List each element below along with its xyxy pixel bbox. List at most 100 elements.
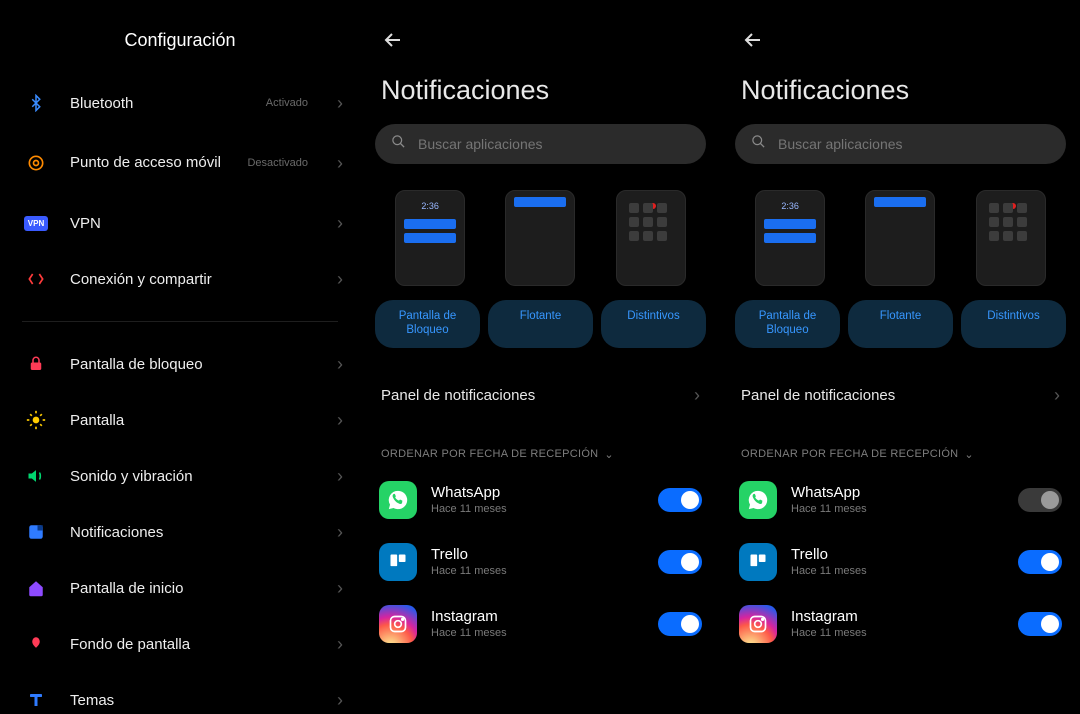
thumb-badges[interactable] — [976, 190, 1046, 286]
home-icon — [22, 579, 50, 597]
pill-badges[interactable]: Distintivos — [601, 300, 706, 348]
toggle-whatsapp[interactable] — [658, 488, 702, 512]
chevron-right-icon: › — [1054, 385, 1060, 406]
app-name: Instagram — [791, 608, 1004, 625]
app-info: Instagram Hace 11 meses — [431, 608, 644, 639]
row-label: Notificaciones — [70, 524, 312, 541]
search-input[interactable] — [375, 124, 706, 164]
share-icon — [22, 269, 50, 289]
whatsapp-icon — [739, 481, 777, 519]
app-time: Hace 11 meses — [431, 627, 644, 639]
app-name: Instagram — [431, 608, 644, 625]
app-row-instagram[interactable]: Instagram Hace 11 meses — [373, 593, 708, 655]
row-wallpaper[interactable]: Fondo de pantalla › — [12, 616, 348, 672]
app-name: Trello — [791, 546, 1004, 563]
app-row-trello[interactable]: Trello Hace 11 meses — [373, 531, 708, 593]
row-notifications[interactable]: Notificaciones › — [12, 504, 348, 560]
row-label: Temas — [70, 692, 312, 709]
mode-pills: Pantalla de Bloqueo Flotante Distintivos — [373, 300, 708, 348]
row-themes[interactable]: Temas › — [12, 672, 348, 714]
panel-label: Panel de notificaciones — [381, 387, 694, 404]
app-name: WhatsApp — [791, 484, 1004, 501]
notifications-screen-a: Notificaciones Pantalla de Bloqueo Flota… — [360, 0, 720, 714]
row-notification-panel[interactable]: Panel de notificaciones › — [733, 366, 1068, 426]
row-sound[interactable]: Sonido y vibración › — [12, 448, 348, 504]
lock-icon — [22, 355, 50, 373]
toggle-trello[interactable] — [1018, 550, 1062, 574]
row-vpn[interactable]: VPN VPN › — [12, 195, 348, 251]
toggle-instagram[interactable] — [658, 612, 702, 636]
trello-icon — [739, 543, 777, 581]
row-display[interactable]: Pantalla › — [12, 392, 348, 448]
bluetooth-icon — [22, 94, 50, 112]
chevron-right-icon: › — [332, 466, 348, 487]
instagram-icon — [739, 605, 777, 643]
page-title: Notificaciones — [733, 57, 1068, 124]
search-field[interactable] — [776, 135, 1050, 153]
row-label: VPN — [70, 215, 312, 232]
sort-label: ORDENAR POR FECHA DE RECEPCIÓN — [381, 448, 598, 460]
thumb-floating[interactable] — [865, 190, 935, 286]
thumb-badges[interactable] — [616, 190, 686, 286]
row-hotspot[interactable]: Punto de acceso móvil Desactivado › — [12, 131, 348, 195]
app-row-trello[interactable]: Trello Hace 11 meses — [733, 531, 1068, 593]
app-name: Trello — [431, 546, 644, 563]
app-info: Trello Hace 11 meses — [431, 546, 644, 577]
app-row-whatsapp[interactable]: WhatsApp Hace 11 meses — [373, 469, 708, 531]
row-bluetooth[interactable]: Bluetooth Activado › — [12, 75, 348, 131]
thumb-floating[interactable] — [505, 190, 575, 286]
chevron-right-icon: › — [332, 93, 348, 114]
chevron-right-icon: › — [332, 578, 348, 599]
hotspot-icon — [22, 153, 50, 173]
chevron-right-icon: › — [332, 522, 348, 543]
app-name: WhatsApp — [431, 484, 644, 501]
thumb-lockscreen[interactable] — [755, 190, 825, 286]
app-info: WhatsApp Hace 11 meses — [431, 484, 644, 515]
pill-floating[interactable]: Flotante — [488, 300, 593, 348]
row-label: Sonido y vibración — [70, 468, 312, 485]
sort-row[interactable]: ORDENAR POR FECHA DE RECEPCIÓN ⌄ — [373, 426, 708, 469]
row-notification-panel[interactable]: Panel de notificaciones › — [373, 366, 708, 426]
thumb-lockscreen[interactable] — [395, 190, 465, 286]
sort-row[interactable]: ORDENAR POR FECHA DE RECEPCIÓN ⌄ — [733, 426, 1068, 469]
row-homescreen[interactable]: Pantalla de inicio › — [12, 560, 348, 616]
instagram-icon — [379, 605, 417, 643]
app-row-whatsapp[interactable]: WhatsApp Hace 11 meses — [733, 469, 1068, 531]
chevron-right-icon: › — [332, 690, 348, 711]
row-label: Bluetooth — [70, 95, 246, 112]
sort-label: ORDENAR POR FECHA DE RECEPCIÓN — [741, 448, 958, 460]
pill-badges[interactable]: Distintivos — [961, 300, 1066, 348]
app-row-instagram[interactable]: Instagram Hace 11 meses — [733, 593, 1068, 655]
notifications-screen-b: Notificaciones Pantalla de Bloqueo Flota… — [720, 0, 1080, 714]
app-info: WhatsApp Hace 11 meses — [791, 484, 1004, 515]
speaker-icon — [22, 466, 50, 486]
chevron-down-icon: ⌄ — [964, 448, 974, 461]
pill-lockscreen[interactable]: Pantalla de Bloqueo — [375, 300, 480, 348]
search-input[interactable] — [735, 124, 1066, 164]
sun-icon — [22, 410, 50, 430]
toggle-instagram[interactable] — [1018, 612, 1062, 636]
pill-lockscreen[interactable]: Pantalla de Bloqueo — [735, 300, 840, 348]
row-label: Punto de acceso móvil — [70, 154, 227, 172]
page-title: Notificaciones — [373, 57, 708, 124]
row-status: Desactivado — [247, 157, 308, 169]
settings-title: Configuración — [12, 0, 348, 75]
back-button[interactable] — [733, 0, 1068, 57]
app-info: Trello Hace 11 meses — [791, 546, 1004, 577]
toggle-trello[interactable] — [658, 550, 702, 574]
chevron-right-icon: › — [332, 153, 348, 174]
row-share[interactable]: Conexión y compartir › — [12, 251, 348, 307]
toggle-whatsapp[interactable] — [1018, 488, 1062, 512]
chevron-down-icon: ⌄ — [604, 448, 614, 461]
row-lockscreen[interactable]: Pantalla de bloqueo › — [12, 336, 348, 392]
whatsapp-icon — [379, 481, 417, 519]
row-label: Pantalla de bloqueo — [70, 356, 312, 373]
chevron-right-icon: › — [694, 385, 700, 406]
notifications-icon — [22, 523, 50, 541]
notification-mode-thumbs — [733, 190, 1068, 286]
pill-floating[interactable]: Flotante — [848, 300, 953, 348]
row-label: Conexión y compartir — [70, 271, 312, 288]
notification-mode-thumbs — [373, 190, 708, 286]
search-field[interactable] — [416, 135, 690, 153]
back-button[interactable] — [373, 0, 708, 57]
